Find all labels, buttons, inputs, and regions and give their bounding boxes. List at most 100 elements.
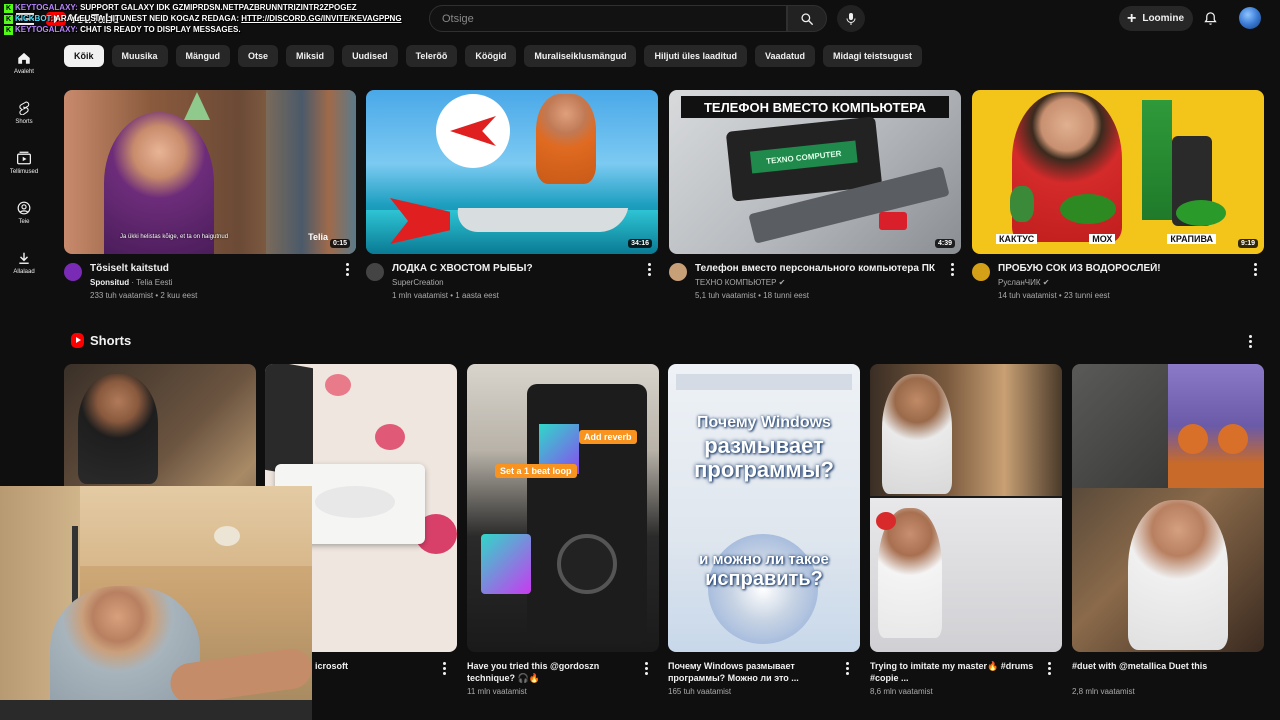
short-card[interactable]: #duet with @metallica Duet this 2,8 mln …	[1072, 364, 1264, 696]
video-duration: 0:15	[329, 239, 350, 248]
chat-text: SUPPORT GALAXY IDK GZMIPRDSN.NETPAZBRUNN…	[80, 3, 357, 12]
chip-cooking[interactable]: Köögid	[465, 45, 517, 67]
sidebar: Avaleht Shorts Tellimused Teie Allalaad	[0, 38, 48, 288]
voice-search-button[interactable]	[837, 5, 865, 32]
video-meta: ЛОДКА С ХВОСТОМ РЫБЫ? SuperCreation 1 ml…	[366, 263, 658, 305]
more-options-icon[interactable]	[1245, 335, 1255, 348]
video-title[interactable]: Телефон вместо персонального компьютера …	[695, 263, 947, 275]
you-icon	[17, 201, 31, 215]
party-hat	[184, 92, 210, 120]
video-card[interactable]: Ja ükki helistas kõige, et ta on haigutn…	[64, 90, 356, 305]
video-card[interactable]: ТЕЛЕФОН ВМЕСТО КОМПЬЮТЕРА TEXNO COMPUTER…	[669, 90, 961, 305]
chip-games[interactable]: Mängud	[175, 45, 231, 67]
video-stats: 1 mln vaatamist • 1 aasta eest	[392, 291, 499, 300]
video-duration: 34:16	[628, 239, 652, 248]
video-duration: 9:19	[1237, 239, 1258, 248]
video-title[interactable]: ПРОБУЮ СОК ИЗ ВОДОРОСЛЕЙ!	[998, 263, 1250, 275]
short-views: 165 tuh vaatamist	[668, 687, 732, 696]
overlay-tag: Add reverb	[579, 430, 637, 444]
chip-live[interactable]: Otse	[238, 45, 279, 67]
chip-recently-uploaded[interactable]: Hiljuti üles laaditud	[644, 45, 747, 67]
notifications-button[interactable]	[1201, 9, 1219, 27]
short-thumbnail[interactable]	[870, 364, 1062, 652]
brand-logo: Telia	[308, 232, 328, 242]
sidebar-item-home[interactable]: Avaleht	[0, 38, 48, 88]
shorts-heading: Shorts	[90, 333, 132, 348]
video-card[interactable]: 34:16 ЛОДКА С ХВОСТОМ РЫБЫ? SuperCreatio…	[366, 90, 658, 305]
sidebar-item-you[interactable]: Teie	[0, 188, 48, 238]
video-thumbnail[interactable]: 34:16	[366, 90, 658, 254]
dj-screen	[481, 534, 531, 594]
filter-chips: Kõik Muusika Mängud Otse Miksid Uudised …	[64, 45, 922, 67]
more-options-icon[interactable]	[1044, 662, 1054, 675]
kick-icon: K	[4, 15, 13, 24]
more-options-icon[interactable]	[947, 263, 957, 276]
overlay-text: размывает	[704, 433, 824, 458]
short-title[interactable]: #duet with @metallica Duet this	[1072, 660, 1242, 684]
short-card[interactable]: Почему Windows размывает программы? и мо…	[668, 364, 860, 696]
chat-user: KEYTOGALAXY:	[15, 3, 78, 12]
video-title[interactable]: Tõsiselt kaitstud	[90, 263, 342, 275]
video-thumbnail[interactable]: ТЕЛЕФОН ВМЕСТО КОМПЬЮТЕРА TEXNO COMPUTER…	[669, 90, 961, 254]
chip-adventure-games[interactable]: Muraliseiklusmängud	[524, 45, 637, 67]
short-card[interactable]: Add reverb Set a 1 beat loop Have you tr…	[467, 364, 659, 696]
subscriptions-icon	[17, 151, 31, 165]
short-views: 11 mln vaatamist	[467, 687, 527, 696]
more-options-icon[interactable]	[342, 263, 352, 276]
chip-watched[interactable]: Vaadatud	[754, 45, 815, 67]
label-nettle: КРАПИВА	[1167, 234, 1216, 244]
channel-name[interactable]: SuperCreation	[392, 278, 644, 288]
drummer-figure	[78, 374, 158, 484]
short-thumbnail[interactable]: Почему Windows размывает программы? и мо…	[668, 364, 860, 652]
channel-avatar[interactable]	[972, 263, 990, 281]
chip-news[interactable]: Uudised	[342, 45, 398, 67]
short-title[interactable]: Trying to imitate my master🔥 #drums #cop…	[870, 660, 1040, 684]
chip-tv[interactable]: Telerõõ	[405, 45, 458, 67]
video-card[interactable]: КАКТУС МОХ КРАПИВА 9:19 ПРОБУЮ СОК ИЗ ВО…	[972, 90, 1264, 305]
more-options-icon[interactable]	[644, 263, 654, 276]
channel-name[interactable]: ТЕХНО КОМПЬЮТЕР	[695, 278, 776, 287]
short-title[interactable]: icrosoft	[315, 660, 435, 684]
video-stats: 14 tuh vaatamist • 23 tunni eest	[998, 291, 1110, 300]
short-title[interactable]: Have you tried this @gordoszn technique?…	[467, 660, 637, 684]
more-options-icon[interactable]	[1250, 263, 1260, 276]
sidebar-item-label: Avaleht	[14, 69, 34, 75]
channel-name[interactable]: РусланЧИК	[998, 278, 1041, 287]
chip-something-different[interactable]: Midagi teistsugust	[822, 45, 922, 67]
chip-all[interactable]: Kõik	[64, 45, 104, 67]
cactus	[1010, 186, 1034, 222]
search-input[interactable]: Otsige	[429, 5, 787, 32]
channel-avatar[interactable]	[366, 263, 384, 281]
more-options-icon[interactable]	[641, 662, 651, 675]
channel-name[interactable]: · Telia Eesti	[131, 278, 172, 287]
short-thumbnail[interactable]: Add reverb Set a 1 beat loop	[467, 364, 659, 652]
chip-mixes[interactable]: Miksid	[286, 45, 335, 67]
video-duration: 4:39	[934, 239, 955, 248]
channel-avatar[interactable]	[669, 263, 687, 281]
video-title[interactable]: ЛОДКА С ХВОСТОМ РЫБЫ?	[392, 263, 644, 275]
chat-link[interactable]: HTTP://DISCORD.GG/INVITE/KEVAGPPNG	[241, 14, 401, 23]
account-avatar[interactable]	[1239, 7, 1261, 29]
more-options-icon[interactable]	[842, 662, 852, 675]
short-card[interactable]: Trying to imitate my master🔥 #drums #cop…	[870, 364, 1062, 696]
video-meta: ПРОБУЮ СОК ИЗ ВОДОРОСЛЕЙ! РусланЧИК ✔ 14…	[972, 263, 1264, 305]
overlay-text: исправить?	[705, 568, 823, 590]
plus-icon: +	[1127, 9, 1137, 27]
sidebar-item-downloads[interactable]: Allalaad	[0, 238, 48, 288]
download-icon	[19, 252, 29, 264]
video-thumbnail[interactable]: КАКТУС МОХ КРАПИВА 9:19	[972, 90, 1264, 254]
search-button[interactable]	[787, 5, 827, 32]
short-thumbnail[interactable]	[1072, 364, 1264, 652]
sidebar-item-shorts[interactable]: Shorts	[0, 88, 48, 138]
create-button[interactable]: + Loomine	[1119, 6, 1193, 31]
channel-avatar[interactable]	[64, 263, 82, 281]
video-thumbnail[interactable]: Ja ükki helistas kõige, et ta on haigutn…	[64, 90, 356, 254]
short-views: 2,8 mln vaatamist	[1072, 687, 1135, 696]
overlay-tag: Set a 1 beat loop	[495, 464, 577, 478]
short-title[interactable]: Почему Windows размывает программы? Можн…	[668, 660, 838, 684]
more-options-icon[interactable]	[439, 662, 449, 675]
chip-music[interactable]: Muusika	[111, 45, 168, 67]
flower-print	[325, 374, 351, 396]
kick-icon: K	[4, 4, 13, 13]
sidebar-item-subscriptions[interactable]: Tellimused	[0, 138, 48, 188]
